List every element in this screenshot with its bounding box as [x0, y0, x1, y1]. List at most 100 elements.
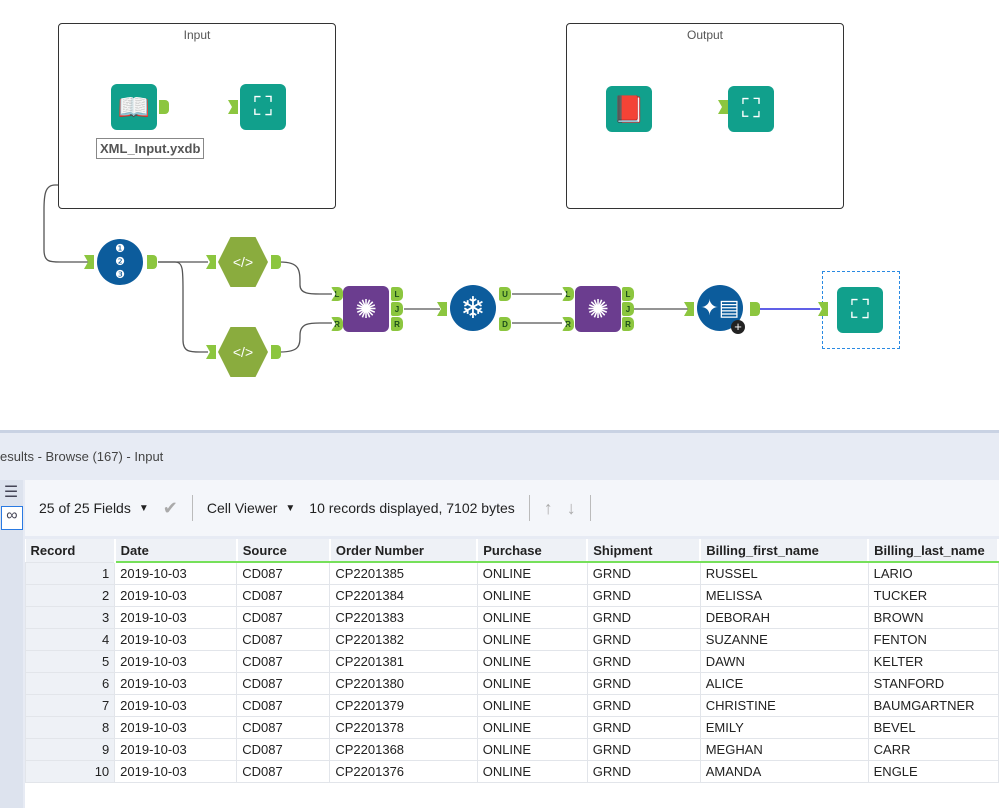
table-cell[interactable]: CP2201384: [329, 584, 478, 607]
table-cell[interactable]: ALICE: [699, 672, 869, 695]
binoculars-icon[interactable]: ∞: [1, 506, 23, 530]
table-cell[interactable]: CP2201385: [329, 561, 478, 585]
column-header-source[interactable]: Source: [236, 539, 331, 563]
table-cell[interactable]: GRND: [586, 760, 701, 783]
table-cell[interactable]: FENTON: [867, 628, 999, 651]
join-j-output[interactable]: J: [391, 302, 403, 316]
join-tool[interactable]: ✺: [575, 286, 621, 332]
record-number[interactable]: 6: [25, 672, 116, 695]
table-cell[interactable]: BEVEL: [867, 716, 999, 739]
table-cell[interactable]: BAUMGARTNER: [867, 694, 999, 717]
join-right-output[interactable]: R: [391, 317, 403, 331]
table-cell[interactable]: ONLINE: [476, 561, 588, 585]
table-cell[interactable]: CP2201376: [329, 760, 478, 783]
table-cell[interactable]: ONLINE: [476, 606, 588, 629]
table-cell[interactable]: SUZANNE: [699, 628, 869, 651]
table-cell[interactable]: ONLINE: [476, 694, 588, 717]
table-cell[interactable]: ONLINE: [476, 628, 588, 651]
column-header-billing-first-name[interactable]: Billing_first_name: [700, 539, 870, 563]
table-row[interactable]: 7 2019-10-03 CD087 CP2201379 ONLINE GRND CHRIS…: [25, 694, 999, 717]
record-number[interactable]: 8: [25, 716, 116, 739]
input-container[interactable]: Input: [58, 23, 336, 209]
column-header-shipment[interactable]: Shipment: [587, 539, 702, 563]
output-data-tool[interactable]: 📕: [606, 86, 652, 132]
column-header-purchase[interactable]: Purchase: [477, 539, 589, 563]
browse-tool[interactable]: ⛶: [240, 84, 286, 130]
table-cell[interactable]: CD087: [236, 650, 331, 673]
table-cell[interactable]: ONLINE: [476, 716, 588, 739]
column-header-date[interactable]: Date: [114, 539, 238, 563]
browse-tool-selected[interactable]: ⛶: [837, 287, 883, 333]
table-row[interactable]: 1 2019-10-03 CD087 CP2201385 ONLINE GRND RUSSE…: [25, 561, 999, 585]
table-cell[interactable]: GRND: [586, 606, 701, 629]
table-cell[interactable]: ONLINE: [476, 672, 588, 695]
record-number[interactable]: 10: [25, 760, 116, 783]
table-cell[interactable]: RUSSEL: [699, 561, 869, 585]
table-row[interactable]: 2 2019-10-03 CD087 CP2201384 ONLINE GRND MELIS…: [25, 584, 999, 607]
workflow-canvas[interactable]: Input Output 📖 ⛶ XML_Input.yxdb 📕 ⛶ ❶❷❸ …: [0, 0, 999, 430]
table-cell[interactable]: 2019-10-03: [114, 561, 238, 585]
table-cell[interactable]: CP2201379: [329, 694, 478, 717]
table-cell[interactable]: CP2201380: [329, 672, 478, 695]
table-cell[interactable]: ONLINE: [476, 650, 588, 673]
table-cell[interactable]: CD087: [236, 738, 331, 761]
table-cell[interactable]: CHRISTINE: [699, 694, 869, 717]
table-cell[interactable]: CD087: [236, 584, 331, 607]
table-cell[interactable]: 2019-10-03: [114, 738, 238, 761]
table-row[interactable]: 9 2019-10-03 CD087 CP2201368 ONLINE GRND MEGHA…: [25, 738, 999, 761]
table-cell[interactable]: AMANDA: [699, 760, 869, 783]
output-anchor[interactable]: [147, 255, 157, 269]
join-j-output[interactable]: J: [622, 302, 634, 316]
table-cell[interactable]: CP2201378: [329, 716, 478, 739]
record-id-tool[interactable]: ❶❷❸: [97, 239, 143, 285]
column-header-order-number[interactable]: Order Number: [329, 539, 479, 563]
table-row[interactable]: 8 2019-10-03 CD087 CP2201378 ONLINE GRND EMILY…: [25, 716, 999, 739]
table-cell[interactable]: BROWN: [867, 606, 999, 629]
column-header-billing-last-name[interactable]: Billing_last_name: [868, 539, 999, 563]
table-cell[interactable]: 2019-10-03: [114, 672, 238, 695]
table-cell[interactable]: MELISSA: [699, 584, 869, 607]
input-data-tool[interactable]: 📖: [111, 84, 157, 130]
table-cell[interactable]: GRND: [586, 738, 701, 761]
table-cell[interactable]: TUCKER: [867, 584, 999, 607]
checkmark-icon[interactable]: ✔: [163, 498, 178, 519]
table-cell[interactable]: 2019-10-03: [114, 760, 238, 783]
table-cell[interactable]: CD087: [236, 606, 331, 629]
join-left-output[interactable]: L: [622, 287, 634, 301]
table-cell[interactable]: KELTER: [867, 650, 999, 673]
browse-tool[interactable]: ⛶: [728, 86, 774, 132]
join-right-output[interactable]: R: [622, 317, 634, 331]
table-cell[interactable]: EMILY: [699, 716, 869, 739]
record-number[interactable]: 1: [25, 561, 116, 585]
output-anchor[interactable]: [271, 345, 281, 359]
list-icon[interactable]: ☰: [1, 482, 21, 504]
table-row[interactable]: 6 2019-10-03 CD087 CP2201380 ONLINE GRND ALICE…: [25, 672, 999, 695]
output-anchor[interactable]: [159, 100, 169, 114]
output-anchor[interactable]: [750, 302, 760, 316]
table-cell[interactable]: CARR: [867, 738, 999, 761]
join-left-output[interactable]: L: [391, 287, 403, 301]
table-cell[interactable]: CD087: [236, 672, 331, 695]
table-cell[interactable]: STANFORD: [867, 672, 999, 695]
table-cell[interactable]: 2019-10-03: [114, 628, 238, 651]
table-row[interactable]: 10 2019-10-03 CD087 CP2201376 ONLINE GRND AMAN…: [25, 760, 999, 783]
table-cell[interactable]: CD087: [236, 628, 331, 651]
unique-output[interactable]: U: [499, 287, 511, 301]
table-cell[interactable]: 2019-10-03: [114, 716, 238, 739]
table-cell[interactable]: GRND: [586, 628, 701, 651]
table-cell[interactable]: CD087: [236, 694, 331, 717]
output-anchor[interactable]: [271, 255, 281, 269]
table-cell[interactable]: 2019-10-03: [114, 606, 238, 629]
table-cell[interactable]: CP2201368: [329, 738, 478, 761]
table-cell[interactable]: LARIO: [867, 561, 999, 585]
cell-viewer-dropdown[interactable]: Cell Viewer: [207, 500, 278, 516]
table-cell[interactable]: DAWN: [699, 650, 869, 673]
table-cell[interactable]: ONLINE: [476, 760, 588, 783]
table-cell[interactable]: 2019-10-03: [114, 694, 238, 717]
table-cell[interactable]: ONLINE: [476, 584, 588, 607]
record-number[interactable]: 3: [25, 606, 116, 629]
record-number[interactable]: 4: [25, 628, 116, 651]
table-cell[interactable]: GRND: [586, 561, 701, 585]
table-cell[interactable]: CP2201383: [329, 606, 478, 629]
table-cell[interactable]: DEBORAH: [699, 606, 869, 629]
